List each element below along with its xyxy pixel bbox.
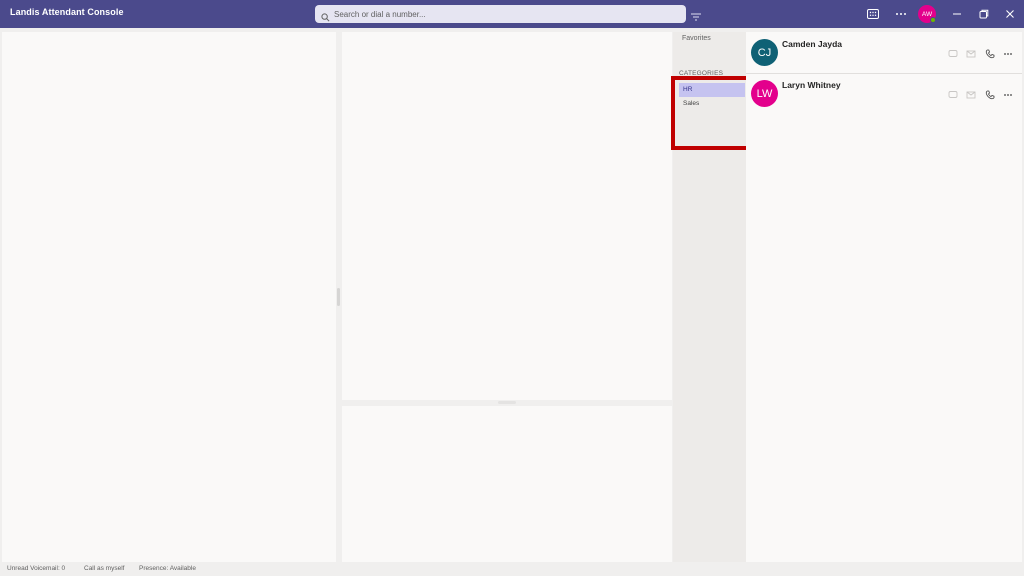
chat-icon[interactable] [947, 48, 959, 60]
contact-avatar: CJ [751, 39, 778, 66]
left-pane [2, 32, 336, 562]
search-input[interactable] [334, 5, 674, 23]
mail-icon[interactable] [965, 89, 977, 101]
dialpad-icon[interactable] [866, 7, 880, 21]
minimize-icon[interactable] [950, 7, 964, 21]
more-options-icon[interactable] [1002, 48, 1014, 60]
middle-top-pane [342, 32, 672, 400]
mail-icon[interactable] [965, 48, 977, 60]
contact-name: Camden Jayda [782, 39, 842, 49]
close-icon[interactable] [1003, 7, 1017, 21]
title-bar: Landis Attendant Console AW [0, 0, 1024, 28]
left-splitter[interactable] [337, 288, 340, 306]
status-bar: Unread Voicemail: 0 Call as myself Prese… [0, 562, 1024, 576]
presence-status[interactable]: Presence: Available [139, 565, 196, 572]
phone-icon[interactable] [984, 89, 996, 101]
filter-icon[interactable] [690, 9, 702, 21]
more-icon[interactable] [894, 7, 908, 21]
contact-row[interactable]: LW Laryn Whitney [746, 74, 1022, 114]
highlight-box [671, 76, 752, 150]
workspace: Favorites CATEGORIES HR Sales CJ Camden … [0, 28, 1024, 562]
contact-name: Laryn Whitney [782, 80, 841, 90]
voicemail-status[interactable]: Unread Voicemail: 0 [7, 565, 65, 572]
contact-avatar: LW [751, 80, 778, 107]
call-as-status[interactable]: Call as myself [84, 565, 124, 572]
presence-indicator [930, 17, 936, 23]
contact-row[interactable]: CJ Camden Jayda [746, 33, 1022, 73]
nav-favorites[interactable]: Favorites [682, 35, 711, 42]
chat-icon[interactable] [947, 89, 959, 101]
middle-bottom-pane [342, 406, 672, 562]
more-options-icon[interactable] [1002, 89, 1014, 101]
restore-icon[interactable] [977, 7, 991, 21]
search-icon [321, 9, 330, 27]
app-title: Landis Attendant Console [10, 7, 124, 17]
contacts-list: CJ Camden Jayda LW Laryn Whitney [746, 32, 1022, 562]
middle-splitter[interactable] [498, 401, 516, 404]
search-box[interactable] [315, 5, 686, 23]
phone-icon[interactable] [984, 48, 996, 60]
